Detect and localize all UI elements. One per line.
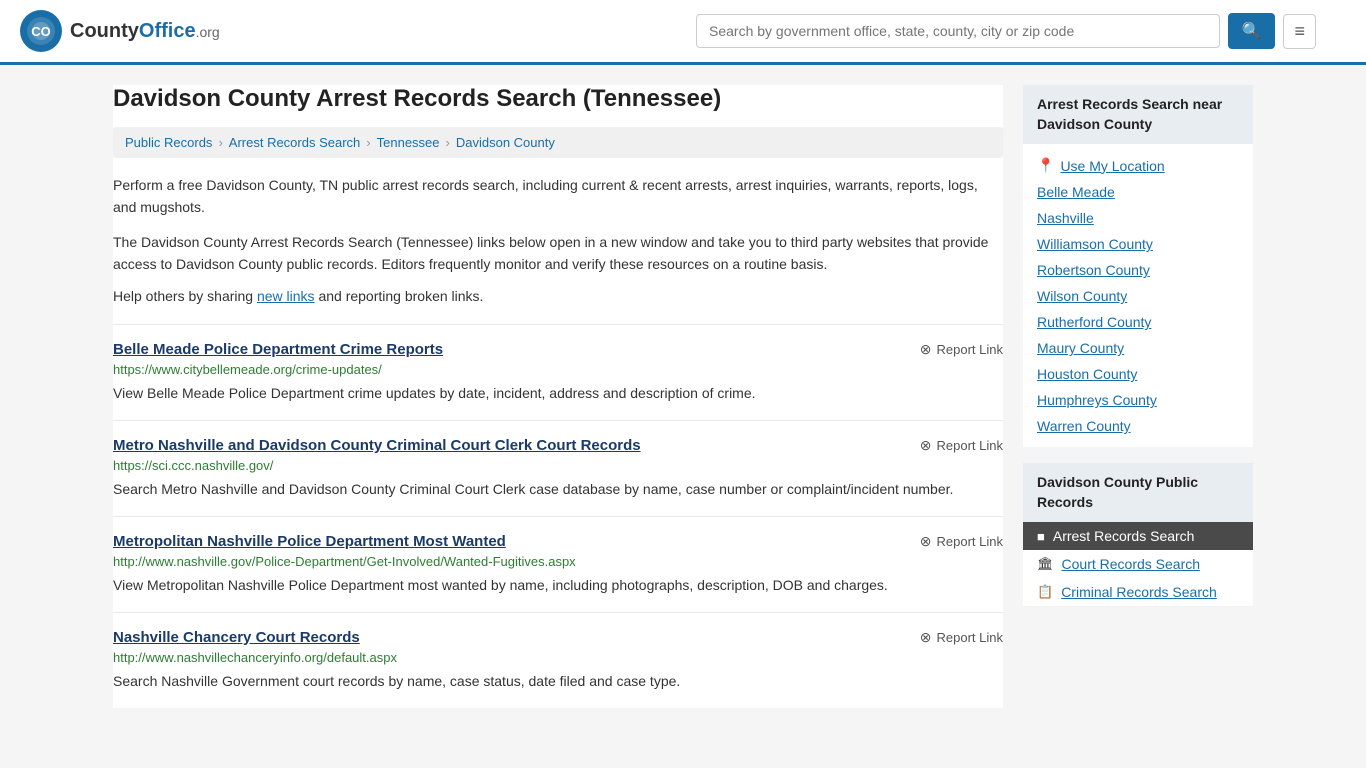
report-icon: ⊗ xyxy=(920,533,932,550)
result-item: Metro Nashville and Davidson County Crim… xyxy=(113,420,1003,516)
logo-area: CO CountyOffice.org xyxy=(20,10,220,52)
nearby-link-5[interactable]: Rutherford County xyxy=(1037,314,1151,330)
share-text: Help others by sharing new links and rep… xyxy=(113,288,1003,304)
nearby-link-0[interactable]: Belle Meade xyxy=(1037,184,1115,200)
search-area: 🔍 ≡ xyxy=(696,13,1316,49)
results-container: Belle Meade Police Department Crime Repo… xyxy=(113,324,1003,708)
result-url-3: http://www.nashvillechanceryinfo.org/def… xyxy=(113,650,1003,665)
record-icon-2: 📋 xyxy=(1037,584,1053,600)
public-record-label-0: Arrest Records Search xyxy=(1053,528,1195,544)
result-desc-1: Search Metro Nashville and Davidson Coun… xyxy=(113,479,1003,500)
nearby-list: 📍 Use My Location Belle Meade Nashville Wi… xyxy=(1023,144,1253,447)
result-item: Belle Meade Police Department Crime Repo… xyxy=(113,324,1003,420)
result-header: Nashville Chancery Court Records ⊗ Repor… xyxy=(113,629,1003,646)
result-desc-2: View Metropolitan Nashville Police Depar… xyxy=(113,575,1003,596)
nearby-link-1[interactable]: Nashville xyxy=(1037,210,1094,226)
public-record-item[interactable]: ■ Arrest Records Search xyxy=(1023,522,1253,550)
site-header: CO CountyOffice.org 🔍 ≡ xyxy=(0,0,1366,65)
report-link-1[interactable]: ⊗ Report Link xyxy=(920,437,1003,454)
public-records-list: ■ Arrest Records Search 🏛 Court Records … xyxy=(1023,522,1253,606)
result-url-1: https://sci.ccc.nashville.gov/ xyxy=(113,458,1003,473)
result-header: Metropolitan Nashville Police Department… xyxy=(113,533,1003,550)
report-icon: ⊗ xyxy=(920,437,932,454)
nearby-item: Belle Meade xyxy=(1023,179,1253,205)
search-icon: 🔍 xyxy=(1242,23,1262,40)
public-record-link-1[interactable]: Court Records Search xyxy=(1062,556,1201,572)
breadcrumb-arrest-records[interactable]: Arrest Records Search xyxy=(229,135,361,150)
nearby-item: Warren County xyxy=(1023,413,1253,439)
result-desc-3: Search Nashville Government court record… xyxy=(113,671,1003,692)
nearby-link-6[interactable]: Maury County xyxy=(1037,340,1124,356)
logo-text: CountyOffice.org xyxy=(70,20,220,43)
report-link-2[interactable]: ⊗ Report Link xyxy=(920,533,1003,550)
main-container: Davidson County Arrest Records Search (T… xyxy=(93,65,1273,728)
sidebar: Arrest Records Search near Davidson Coun… xyxy=(1023,85,1253,708)
svg-text:CO: CO xyxy=(31,24,51,39)
nearby-item: Nashville xyxy=(1023,205,1253,231)
menu-button[interactable]: ≡ xyxy=(1283,14,1316,49)
nearby-item: Humphreys County xyxy=(1023,387,1253,413)
public-records-title: Davidson County Public Records xyxy=(1023,463,1253,522)
nearby-item: Wilson County xyxy=(1023,283,1253,309)
result-url-0: https://www.citybellemeade.org/crime-upd… xyxy=(113,362,1003,377)
search-input[interactable] xyxy=(696,14,1220,48)
breadcrumb: Public Records › Arrest Records Search ›… xyxy=(113,127,1003,158)
nearby-link-7[interactable]: Houston County xyxy=(1037,366,1137,382)
use-my-location-link[interactable]: Use My Location xyxy=(1060,158,1164,174)
record-icon-1: 🏛 xyxy=(1037,556,1054,572)
description-1: Perform a free Davidson County, TN publi… xyxy=(113,174,1003,219)
result-title-1[interactable]: Metro Nashville and Davidson County Crim… xyxy=(113,437,641,454)
location-icon: 📍 xyxy=(1037,157,1054,174)
nearby-item: Rutherford County xyxy=(1023,309,1253,335)
nearby-link-8[interactable]: Humphreys County xyxy=(1037,392,1157,408)
result-title-3[interactable]: Nashville Chancery Court Records xyxy=(113,629,360,646)
result-header: Metro Nashville and Davidson County Crim… xyxy=(113,437,1003,454)
nearby-section: Arrest Records Search near Davidson Coun… xyxy=(1023,85,1253,447)
public-record-link-2[interactable]: Criminal Records Search xyxy=(1061,584,1217,600)
record-icon-0: ■ xyxy=(1037,529,1045,544)
breadcrumb-tennessee[interactable]: Tennessee xyxy=(377,135,440,150)
nearby-item: Robertson County xyxy=(1023,257,1253,283)
result-item: Metropolitan Nashville Police Department… xyxy=(113,516,1003,612)
nearby-link-9[interactable]: Warren County xyxy=(1037,418,1131,434)
page-title: Davidson County Arrest Records Search (T… xyxy=(113,85,1003,113)
nearby-link-2[interactable]: Williamson County xyxy=(1037,236,1153,252)
report-link-0[interactable]: ⊗ Report Link xyxy=(920,341,1003,358)
use-my-location-item: 📍 Use My Location xyxy=(1023,152,1253,179)
nearby-item: Houston County xyxy=(1023,361,1253,387)
description-2: The Davidson County Arrest Records Searc… xyxy=(113,231,1003,276)
nearby-link-3[interactable]: Robertson County xyxy=(1037,262,1150,278)
search-button[interactable]: 🔍 xyxy=(1228,13,1276,49)
nearby-item: Williamson County xyxy=(1023,231,1253,257)
public-record-item[interactable]: 📋 Criminal Records Search xyxy=(1023,578,1253,606)
nearby-items: Belle Meade Nashville Williamson County Rob… xyxy=(1023,179,1253,439)
public-record-item[interactable]: 🏛 Court Records Search xyxy=(1023,550,1253,578)
hamburger-icon: ≡ xyxy=(1294,21,1305,41)
breadcrumb-public-records[interactable]: Public Records xyxy=(125,135,212,150)
nearby-link-4[interactable]: Wilson County xyxy=(1037,288,1127,304)
public-records-section: Davidson County Public Records ■ Arrest … xyxy=(1023,463,1253,606)
result-title-2[interactable]: Metropolitan Nashville Police Department… xyxy=(113,533,506,550)
result-url-2: http://www.nashville.gov/Police-Departme… xyxy=(113,554,1003,569)
content-area: Davidson County Arrest Records Search (T… xyxy=(113,85,1003,708)
result-header: Belle Meade Police Department Crime Repo… xyxy=(113,341,1003,358)
result-item: Nashville Chancery Court Records ⊗ Repor… xyxy=(113,612,1003,708)
result-title-0[interactable]: Belle Meade Police Department Crime Repo… xyxy=(113,341,443,358)
report-link-3[interactable]: ⊗ Report Link xyxy=(920,629,1003,646)
report-icon: ⊗ xyxy=(920,341,932,358)
result-desc-0: View Belle Meade Police Department crime… xyxy=(113,383,1003,404)
breadcrumb-davidson-county[interactable]: Davidson County xyxy=(456,135,555,150)
nearby-item: Maury County xyxy=(1023,335,1253,361)
nearby-title: Arrest Records Search near Davidson Coun… xyxy=(1023,85,1253,144)
logo-icon: CO xyxy=(20,10,62,52)
new-links-link[interactable]: new links xyxy=(257,288,315,304)
report-icon: ⊗ xyxy=(920,629,932,646)
